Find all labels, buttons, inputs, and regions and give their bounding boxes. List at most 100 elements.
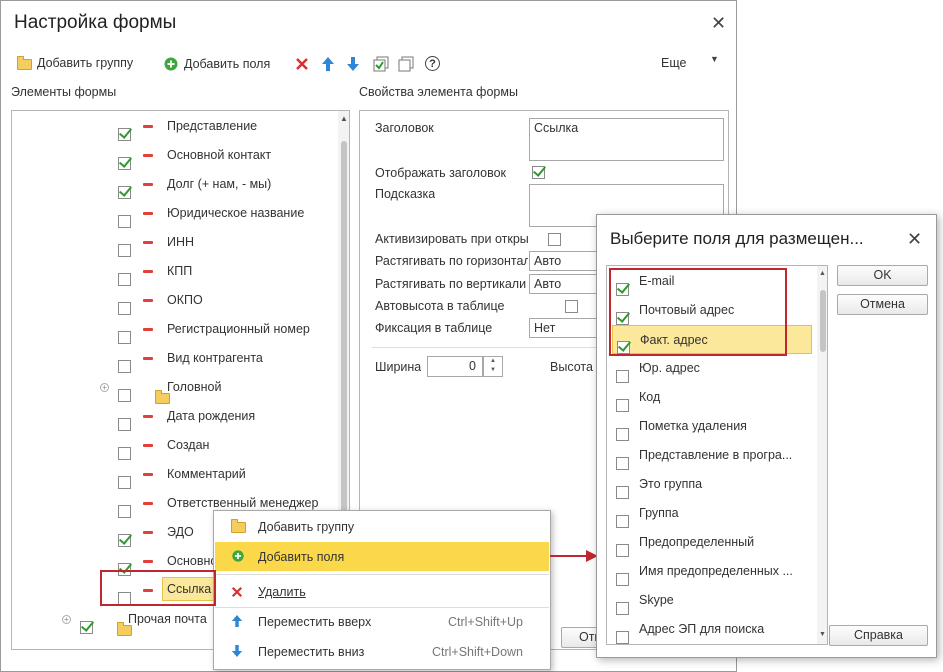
menu-item-move-down[interactable]: Переместить вниз Ctrl+Shift+Down — [215, 637, 549, 666]
field-row[interactable]: Адрес ЭП для поиска — [607, 615, 817, 644]
cancel-button[interactable]: Отмена — [837, 294, 928, 315]
tree-row-checkbox[interactable] — [118, 186, 131, 199]
field-row-checkbox[interactable] — [616, 399, 629, 412]
field-icon — [143, 473, 153, 476]
add-group-button[interactable]: Добавить группу — [17, 56, 133, 70]
menu-item-delete[interactable]: Удалить — [215, 577, 549, 606]
expand-icon[interactable]: + — [100, 383, 109, 392]
uncheck-all-icon[interactable] — [398, 56, 414, 72]
tree-row-checkbox[interactable] — [118, 302, 131, 315]
tree-row-label: Регистрационный номер — [167, 322, 310, 336]
expand-icon[interactable]: + — [62, 615, 71, 624]
tree-row[interactable]: Дата рождения — [12, 402, 338, 431]
field-row[interactable]: Код — [607, 383, 817, 412]
field-row[interactable]: Имя предопределенных ... — [607, 557, 817, 586]
width-input[interactable]: 0 — [427, 356, 483, 377]
tree-row-checkbox[interactable] — [118, 505, 131, 518]
field-row[interactable]: Пометка удаления — [607, 412, 817, 441]
field-row-checkbox[interactable] — [616, 602, 629, 615]
field-row[interactable]: Представление в програ... — [607, 441, 817, 470]
width-spinner[interactable]: ▲ ▼ — [483, 356, 503, 377]
more-button[interactable]: Еще — [661, 56, 686, 70]
field-row-checkbox[interactable] — [616, 515, 629, 528]
tree-row-checkbox[interactable] — [118, 476, 131, 489]
tree-row-checkbox[interactable] — [80, 621, 93, 634]
field-scroll-thumb[interactable] — [820, 290, 826, 352]
tree-row[interactable]: Долг (+ нам, - мы) — [12, 170, 338, 199]
field-row[interactable]: Группа — [607, 499, 817, 528]
field-row[interactable]: Это группа — [607, 470, 817, 499]
header-input[interactable]: Ссылка — [529, 118, 724, 161]
scroll-up-icon[interactable]: ▲ — [819, 270, 826, 277]
context-menu: Добавить группу Добавить поля Удалить Пе… — [213, 510, 551, 670]
tree-row-checkbox[interactable] — [118, 244, 131, 257]
tree-row-checkbox[interactable] — [118, 331, 131, 344]
tree-row-checkbox[interactable] — [118, 389, 131, 402]
menu-shortcut: Ctrl+Shift+Up — [447, 614, 523, 629]
scroll-down-icon[interactable]: ▼ — [819, 631, 826, 638]
field-icon — [143, 270, 153, 273]
menu-label: Переместить вверх — [258, 614, 372, 629]
autoheight-checkbox[interactable] — [564, 300, 578, 313]
chevron-down-icon[interactable]: ▼ — [710, 54, 719, 64]
tree-row-checkbox[interactable] — [118, 447, 131, 460]
field-row-checkbox[interactable] — [616, 573, 629, 586]
field-icon — [143, 241, 153, 244]
tree-row[interactable]: Юридическое название — [12, 199, 338, 228]
dialog-title: Настройка формы — [14, 12, 177, 33]
help-button[interactable]: Справка — [829, 625, 928, 646]
field-row-checkbox[interactable] — [616, 631, 629, 644]
field-row-checkbox[interactable] — [616, 486, 629, 499]
field-row[interactable]: Skype — [607, 586, 817, 615]
field-icon — [143, 212, 153, 215]
tree-row-checkbox[interactable] — [118, 215, 131, 228]
tree-row[interactable]: Регистрационный номер — [12, 315, 338, 344]
field-row-checkbox[interactable] — [616, 370, 629, 383]
move-down-icon[interactable] — [346, 56, 360, 72]
tree-row[interactable]: Создан — [12, 431, 338, 460]
tree-row-checkbox[interactable] — [118, 360, 131, 373]
annotation-box — [609, 268, 787, 356]
check-all-icon[interactable] — [373, 56, 389, 72]
tree-row-checkbox[interactable] — [118, 418, 131, 431]
tree-row[interactable]: ОКПО — [12, 286, 338, 315]
tree-row-checkbox[interactable] — [118, 273, 131, 286]
menu-label: Удалить — [258, 584, 306, 599]
field-icon — [143, 328, 153, 331]
field-row-checkbox[interactable] — [616, 428, 629, 441]
fix-label: Фиксация в таблице — [375, 321, 493, 335]
tree-row[interactable]: ИНН — [12, 228, 338, 257]
tree-row[interactable]: КПП — [12, 257, 338, 286]
field-row[interactable]: Юр. адрес — [607, 354, 817, 383]
tree-row[interactable]: Вид контрагента — [12, 344, 338, 373]
ok-button[interactable]: OK — [837, 265, 928, 286]
tree-scroll-thumb[interactable] — [341, 141, 347, 521]
tree-row[interactable]: Комментарий — [12, 460, 338, 489]
menu-item-add-group[interactable]: Добавить группу — [215, 512, 549, 541]
tree-row[interactable]: + Головной — [12, 373, 338, 404]
menu-item-add-fields[interactable]: Добавить поля — [215, 542, 549, 571]
show-header-checkbox[interactable] — [532, 166, 545, 179]
activate-checkbox[interactable] — [548, 233, 562, 246]
close-icon[interactable]: ✕ — [907, 229, 922, 250]
move-up-icon[interactable] — [321, 56, 335, 72]
field-row-label: Это группа — [639, 477, 703, 491]
scroll-up-icon[interactable]: ▲ — [340, 114, 348, 123]
help-icon[interactable]: ? — [425, 56, 440, 71]
close-icon[interactable]: ✕ — [711, 13, 726, 34]
delete-icon[interactable] — [295, 57, 309, 71]
tree-row-checkbox[interactable] — [118, 157, 131, 170]
field-row-checkbox[interactable] — [616, 457, 629, 470]
menu-item-move-up[interactable]: Переместить вверх Ctrl+Shift+Up — [215, 607, 549, 636]
field-row[interactable]: Предопределенный — [607, 528, 817, 557]
tree-row-checkbox[interactable] — [118, 534, 131, 547]
hint-label: Подсказка — [375, 187, 436, 201]
tree-row[interactable]: Основной контакт — [12, 141, 338, 170]
add-fields-button[interactable]: Добавить поля — [163, 56, 270, 72]
field-row-label: Имя предопределенных ... — [639, 564, 793, 578]
tree-row[interactable]: Представление — [12, 112, 338, 141]
field-row-checkbox[interactable] — [616, 544, 629, 557]
field-list-scrollbar[interactable]: ▲ ▼ — [817, 266, 827, 644]
menu-shortcut: Ctrl+Shift+Down — [431, 644, 523, 659]
tree-row-checkbox[interactable] — [118, 128, 131, 141]
